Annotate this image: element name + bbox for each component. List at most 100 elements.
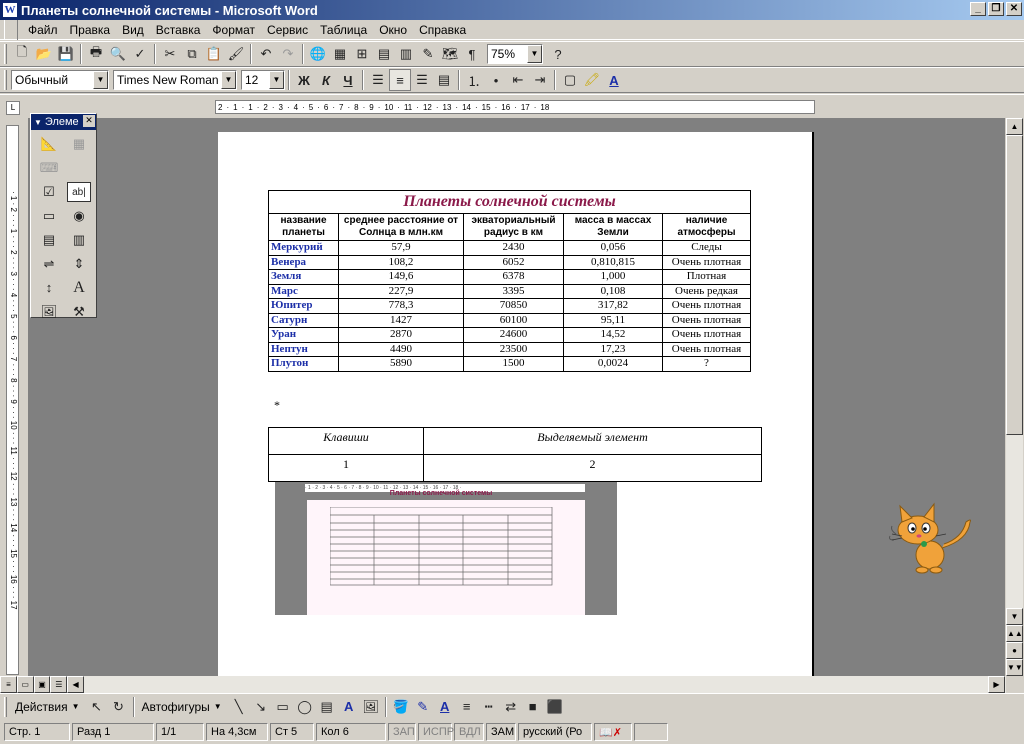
insert-excel-icon[interactable]: ▤ [373, 43, 395, 65]
combobox-icon[interactable]: ▥ [67, 230, 91, 250]
drawing-icon[interactable]: ✎ [417, 43, 439, 65]
scroll-left-icon[interactable]: ◀ [67, 676, 84, 693]
vertical-ruler[interactable]: · 1 · 2 · · · 1 · · · 2 · · · 3 · · · 4 … [6, 125, 19, 675]
rectangle-icon[interactable]: ▭ [272, 696, 294, 718]
chevron-down-icon[interactable]: ▼ [221, 71, 236, 89]
menu-tools[interactable]: Сервис [261, 23, 314, 37]
menu-window[interactable]: Окно [373, 23, 413, 37]
menu-view[interactable]: Вид [116, 23, 150, 37]
image-icon[interactable]: 🖼 [37, 302, 61, 322]
menu-help[interactable]: Справка [413, 23, 472, 37]
status-record[interactable]: ЗАП [388, 723, 416, 741]
hyperlink-icon[interactable]: 🌐 [307, 43, 329, 65]
chevron-down-icon[interactable]: ▼ [527, 45, 542, 63]
toolbar-grip[interactable] [4, 19, 18, 40]
line-icon[interactable]: ╲ [228, 696, 250, 718]
document-map-icon[interactable]: 🗺 [439, 43, 461, 65]
print-preview-icon[interactable]: 🔍 [107, 43, 129, 65]
show-hide-icon[interactable]: ¶ [461, 43, 483, 65]
scroll-down-icon[interactable]: ▼ [1006, 608, 1023, 625]
vertical-scrollbar[interactable]: ▲ ▼ ▲▲ ● ▼▼ [1006, 118, 1023, 676]
actions-menu[interactable]: Действия [11, 700, 72, 714]
status-language[interactable]: русский (Ро [518, 723, 592, 741]
menu-table[interactable]: Таблица [314, 23, 373, 37]
listbox-icon[interactable]: ▤ [37, 230, 61, 250]
properties-icon[interactable]: ▦ [67, 134, 91, 154]
chevron-down-icon[interactable]: ▼ [34, 118, 42, 127]
zoom-select[interactable]: 75% ▼ [487, 44, 543, 64]
label-icon[interactable]: A [67, 278, 91, 298]
menu-insert[interactable]: Вставка [150, 23, 207, 37]
minimize-button[interactable]: _ [970, 2, 986, 16]
menu-file[interactable]: Файл [22, 23, 64, 37]
restore-button[interactable]: ❐ [988, 2, 1004, 16]
open-folder-icon[interactable]: 📂 [33, 43, 55, 65]
align-right-icon[interactable]: ☰ [411, 69, 433, 91]
spelling-icon[interactable]: ✓ [129, 43, 151, 65]
paste-icon[interactable]: 📋 [203, 43, 225, 65]
arrow-style-icon[interactable]: ⇄ [500, 696, 522, 718]
textbox-icon[interactable]: ▤ [316, 696, 338, 718]
toolbar-grip[interactable] [4, 696, 7, 717]
chevron-down-icon[interactable]: ▼ [269, 71, 284, 89]
outline-view-icon[interactable]: ☰ [50, 676, 68, 693]
line-color-icon[interactable]: ✎ [412, 696, 434, 718]
style-select[interactable]: Обычный ▼ [11, 70, 109, 90]
new-document-icon[interactable]: 🗋 [11, 43, 33, 65]
embedded-screenshot-image[interactable]: · 1 · 2 · 3 · 4 · 5 · 6 · 7 · 8 · 9 · 10… [275, 482, 617, 615]
fill-color-icon[interactable]: 🪣 [390, 696, 412, 718]
keys-table[interactable]: Клавиши Выделяемый элемент 1 2 [268, 427, 762, 482]
toolbar-grip[interactable] [4, 70, 7, 90]
font-select[interactable]: Times New Roman ▼ [113, 70, 237, 90]
font-color-icon[interactable]: A [434, 696, 456, 718]
command-button-icon[interactable]: ▭ [37, 206, 61, 226]
next-page-icon[interactable]: ▼▼ [1006, 659, 1023, 676]
bold-button[interactable]: Ж [293, 69, 315, 91]
design-mode-icon[interactable]: 📐 [37, 134, 61, 154]
scrollbar-icon[interactable]: ↕ [37, 278, 61, 298]
close-button[interactable]: ✕ [1006, 2, 1022, 16]
clipart-icon[interactable]: 🖼 [360, 696, 382, 718]
select-objects-icon[interactable]: ↖ [86, 696, 108, 718]
word-app-icon[interactable]: W [3, 3, 17, 17]
free-rotate-icon[interactable]: ↻ [108, 696, 130, 718]
menu-edit[interactable]: Правка [64, 23, 117, 37]
shadow-icon[interactable]: ■ [522, 696, 544, 718]
spelling-status-icon[interactable]: 📖✗ [594, 723, 632, 741]
increase-indent-icon[interactable]: ⇥ [529, 69, 551, 91]
font-size-select[interactable]: 12 ▼ [241, 70, 285, 90]
status-extend[interactable]: ВДЛ [454, 723, 484, 741]
option-button-icon[interactable]: ◉ [67, 206, 91, 226]
autoshapes-menu[interactable]: Автофигуры [138, 700, 214, 714]
oval-icon[interactable]: ◯ [294, 696, 316, 718]
format-painter-icon[interactable]: 🖌 [225, 43, 247, 65]
decrease-indent-icon[interactable]: ⇤ [507, 69, 529, 91]
scroll-up-icon[interactable]: ▲ [1006, 118, 1023, 135]
horizontal-scrollbar[interactable]: ▶ [84, 676, 1006, 693]
cut-icon[interactable]: ✂ [159, 43, 181, 65]
italic-button[interactable]: К [315, 69, 337, 91]
line-style-icon[interactable]: ≡ [456, 696, 478, 718]
justify-icon[interactable]: ▤ [433, 69, 455, 91]
save-icon[interactable]: 💾 [55, 43, 77, 65]
copy-icon[interactable]: ⧉ [181, 43, 203, 65]
borders-icon[interactable]: ▢ [559, 69, 581, 91]
arrow-icon[interactable]: ↘ [250, 696, 272, 718]
view-code-icon[interactable]: ⌨ [37, 158, 61, 178]
insert-table-icon[interactable]: ⊞ [351, 43, 373, 65]
underline-button[interactable]: Ч [337, 69, 359, 91]
print-icon[interactable]: 🖶 [85, 43, 107, 65]
chevron-down-icon[interactable]: ▼ [93, 71, 108, 89]
page-layout-view-icon[interactable]: ▣ [33, 676, 51, 693]
menu-format[interactable]: Формат [206, 23, 261, 37]
normal-view-icon[interactable]: ≡ [0, 676, 17, 693]
wordart-icon[interactable]: A [338, 696, 360, 718]
numbering-icon[interactable]: ⒈ [463, 69, 485, 91]
toggle-button-icon[interactable]: ⇌ [37, 254, 61, 274]
planets-table[interactable]: Планеты солнечной системы название плане… [268, 190, 751, 372]
close-icon[interactable]: ✕ [83, 115, 95, 127]
scroll-thumb[interactable] [1006, 135, 1023, 435]
forms-toolbar[interactable]: ▼ Элеме ✕ 📐 ▦ ⌨ ☑ ab| ▭ ◉ ▤ ▥ ⇌ ⇕ ↕ A 🖼 … [30, 113, 97, 319]
tables-borders-icon[interactable]: ▦ [329, 43, 351, 65]
tab-stop-selector[interactable]: L [6, 101, 20, 115]
